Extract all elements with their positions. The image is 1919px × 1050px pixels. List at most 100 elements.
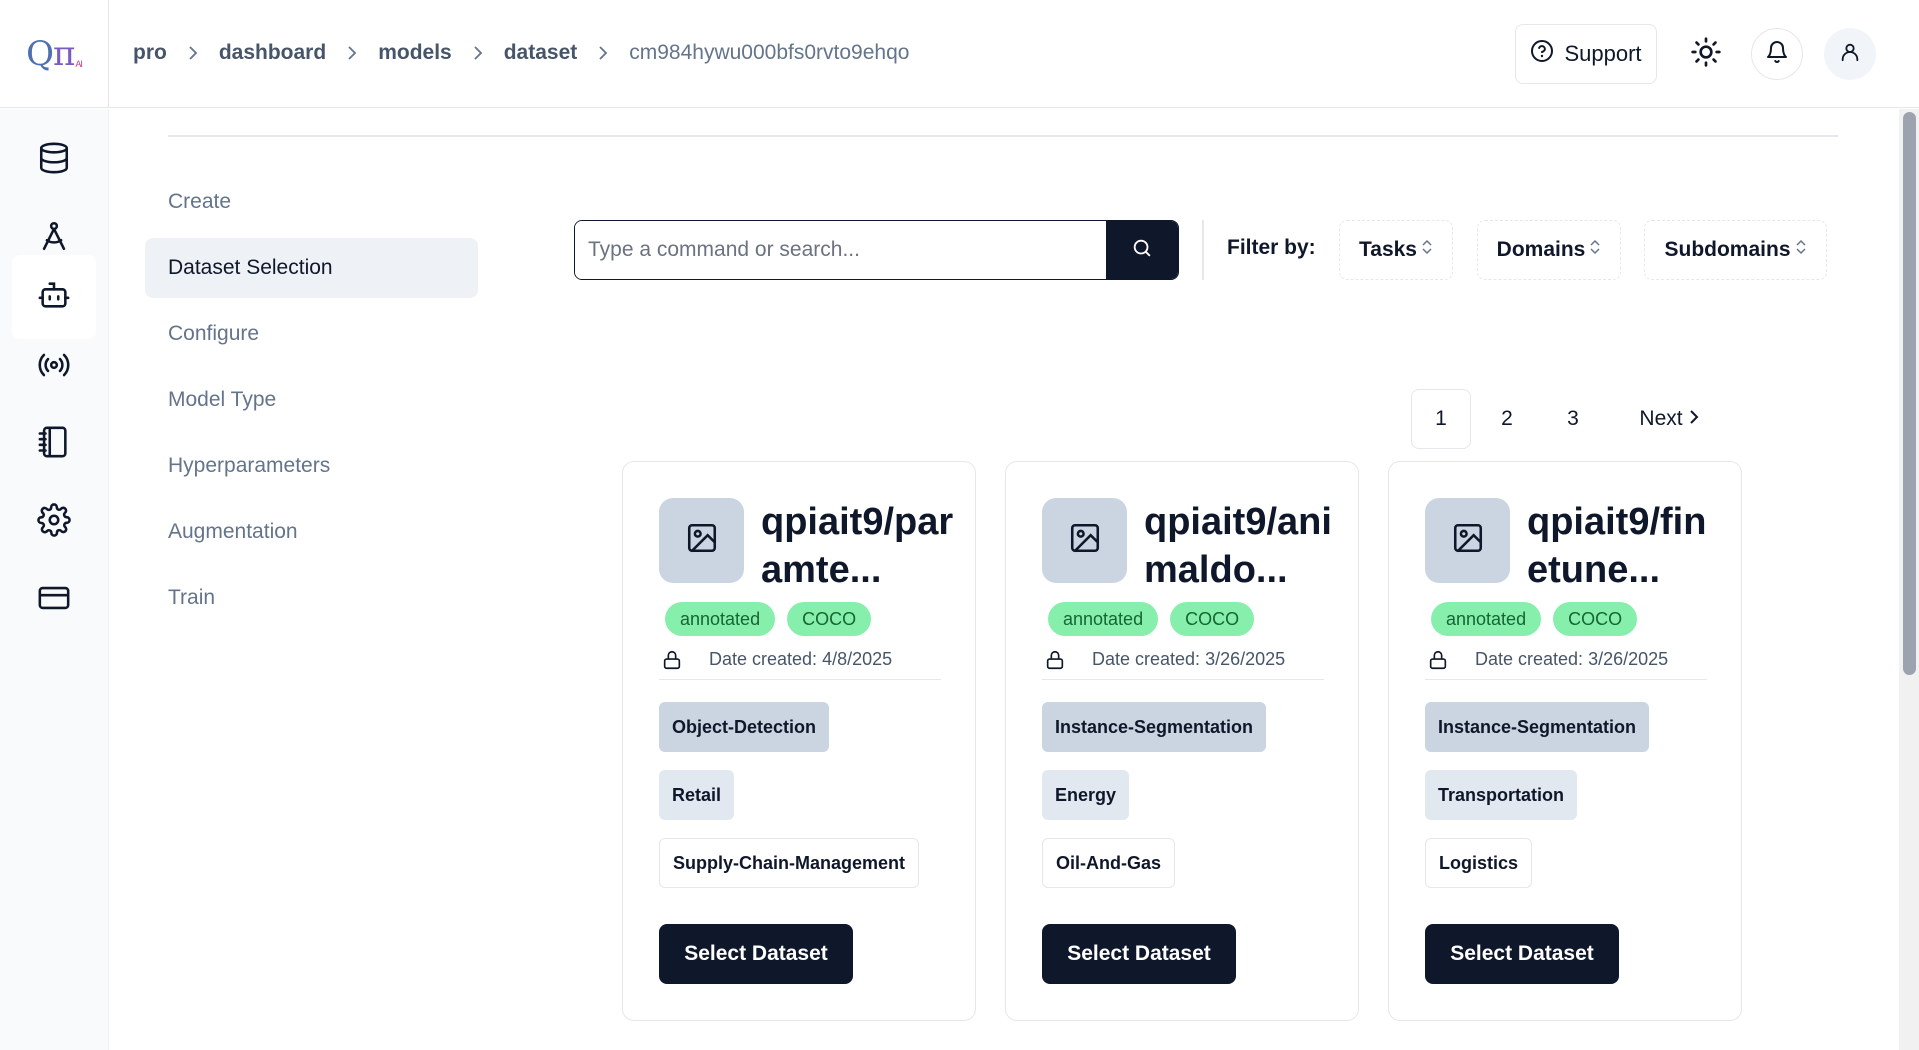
tag-list: Object-Detection Retail Supply-Chain-Man… — [659, 702, 920, 906]
status-badge: annotated — [1431, 602, 1542, 636]
dataset-title: qpiait9/finetune... — [1527, 501, 1707, 591]
next-page-button[interactable]: Next — [1624, 389, 1714, 449]
breadcrumb-pro[interactable]: pro — [133, 41, 167, 65]
dataset-meta: Date created: 3/26/2025 — [1425, 640, 1707, 680]
chevron-right-icon — [346, 45, 358, 61]
step-create[interactable]: Create — [145, 172, 478, 232]
database-icon — [37, 141, 71, 180]
dataset-thumbnail — [659, 498, 744, 583]
scrollbar-thumb[interactable] — [1903, 112, 1916, 675]
domain-tag: Transportation — [1425, 770, 1578, 820]
sidebar-item-billing[interactable] — [12, 558, 96, 642]
task-tag: Instance-Segmentation — [1042, 702, 1267, 752]
select-dataset-button[interactable]: Select Dataset — [659, 924, 853, 984]
theme-toggle-button[interactable] — [1680, 28, 1732, 80]
wizard-steps: Create Dataset Selection Configure Model… — [145, 172, 478, 634]
search-icon — [1131, 237, 1153, 264]
page-3-button[interactable]: 3 — [1543, 389, 1603, 449]
status-badge: annotated — [665, 602, 776, 636]
subdomain-tag: Oil-And-Gas — [1042, 838, 1176, 888]
lock-icon — [1044, 648, 1066, 672]
domains-filter-label: Domains — [1496, 238, 1586, 261]
user-icon — [1839, 41, 1861, 68]
dataset-title: qpiait9/animaldo... — [1144, 501, 1332, 591]
badges: annotated COCO — [665, 602, 872, 636]
dataset-meta: Date created: 4/8/2025 — [659, 640, 941, 680]
image-icon — [1068, 521, 1102, 560]
status-badge: annotated — [1048, 602, 1159, 636]
badges: annotated COCO — [1431, 602, 1638, 636]
settings-icon — [37, 502, 71, 542]
subdomain-tag: Supply-Chain-Management — [659, 838, 920, 888]
search-input[interactable] — [575, 221, 1106, 279]
dataset-card: qpiait9/finetune... annotated COCO Date … — [1388, 461, 1742, 1021]
lock-icon — [1427, 648, 1449, 672]
filter-label: Filter by: — [1227, 236, 1316, 259]
sidebar-item-settings[interactable] — [12, 480, 96, 564]
radio-icon — [37, 348, 71, 387]
filter-divider — [1202, 220, 1204, 280]
dataset-title: qpiait9/paramte... — [761, 501, 954, 591]
notifications-button[interactable] — [1751, 28, 1803, 80]
user-menu-button[interactable] — [1824, 28, 1876, 80]
domains-filter[interactable]: Domains — [1477, 220, 1621, 280]
logo-area[interactable]: QπAI — [0, 0, 109, 108]
date-created: Date created: 4/8/2025 — [709, 649, 893, 669]
breadcrumb-models[interactable]: models — [378, 41, 452, 65]
tasks-filter[interactable]: Tasks — [1339, 220, 1453, 280]
date-created: Date created: 3/26/2025 — [1092, 649, 1286, 669]
subdomains-filter[interactable]: Subdomains — [1644, 220, 1827, 280]
breadcrumb-dashboard[interactable]: dashboard — [219, 41, 326, 65]
chevron-right-icon — [597, 45, 609, 61]
badges: annotated COCO — [1048, 602, 1255, 636]
breadcrumb-dataset[interactable]: dataset — [504, 41, 578, 65]
dataset-thumbnail — [1425, 498, 1510, 583]
chevrons-up-down-icon — [1589, 238, 1601, 262]
step-model-type[interactable]: Model Type — [145, 370, 478, 430]
page-1-button[interactable]: 1 — [1411, 389, 1471, 449]
chevrons-up-down-icon — [1795, 238, 1807, 262]
step-augmentation[interactable]: Augmentation — [145, 502, 478, 562]
sidebar-item-notebooks[interactable] — [12, 402, 96, 486]
sun-icon — [1690, 36, 1722, 73]
sidebar-item-datasets[interactable] — [12, 118, 96, 202]
notebook-icon — [37, 425, 71, 464]
chevron-right-icon — [187, 45, 199, 61]
page-2-button[interactable]: 2 — [1477, 389, 1537, 449]
step-configure[interactable]: Configure — [145, 304, 478, 364]
task-tag: Object-Detection — [659, 702, 830, 752]
step-hyperparameters[interactable]: Hyperparameters — [145, 436, 478, 496]
tag-list: Instance-Segmentation Energy Oil-And-Gas — [1042, 702, 1267, 906]
next-label: Next — [1639, 407, 1683, 430]
icon-sidebar — [0, 109, 109, 1050]
help-circle-icon — [1530, 39, 1554, 69]
subdomain-tag: Logistics — [1425, 838, 1533, 888]
support-button[interactable]: Support — [1515, 24, 1657, 84]
task-tag: Instance-Segmentation — [1425, 702, 1650, 752]
dataset-card: qpiait9/animaldo... annotated COCO Date … — [1005, 461, 1359, 1021]
domain-tag: Retail — [659, 770, 735, 820]
chevron-right-icon — [472, 45, 484, 61]
lock-icon — [661, 648, 683, 672]
credit-card-icon — [37, 581, 71, 620]
step-dataset-selection[interactable]: Dataset Selection — [145, 238, 478, 298]
tasks-filter-label: Tasks — [1359, 238, 1417, 261]
logo: QπAI — [26, 34, 83, 74]
format-badge: COCO — [1170, 602, 1255, 636]
sidebar-item-deploy[interactable] — [12, 325, 96, 409]
select-dataset-button[interactable]: Select Dataset — [1425, 924, 1619, 984]
breadcrumb-current-id: cm984hywu000bfs0rvto9ehqo — [629, 41, 910, 64]
subdomains-filter-label: Subdomains — [1664, 238, 1791, 261]
search-button[interactable] — [1106, 221, 1178, 279]
compass-icon — [37, 219, 71, 258]
breadcrumb: pro dashboard models dataset cm984hywu00… — [133, 38, 909, 68]
chevrons-up-down-icon — [1421, 238, 1433, 262]
select-dataset-button[interactable]: Select Dataset — [1042, 924, 1236, 984]
step-train[interactable]: Train — [145, 568, 478, 628]
support-label: Support — [1564, 41, 1642, 66]
image-icon — [1451, 521, 1485, 560]
dataset-thumbnail — [1042, 498, 1127, 583]
image-icon — [685, 521, 719, 560]
chevron-right-icon — [1689, 407, 1699, 431]
top-bar: QπAI pro dashboard models dataset cm984h… — [0, 0, 1919, 108]
